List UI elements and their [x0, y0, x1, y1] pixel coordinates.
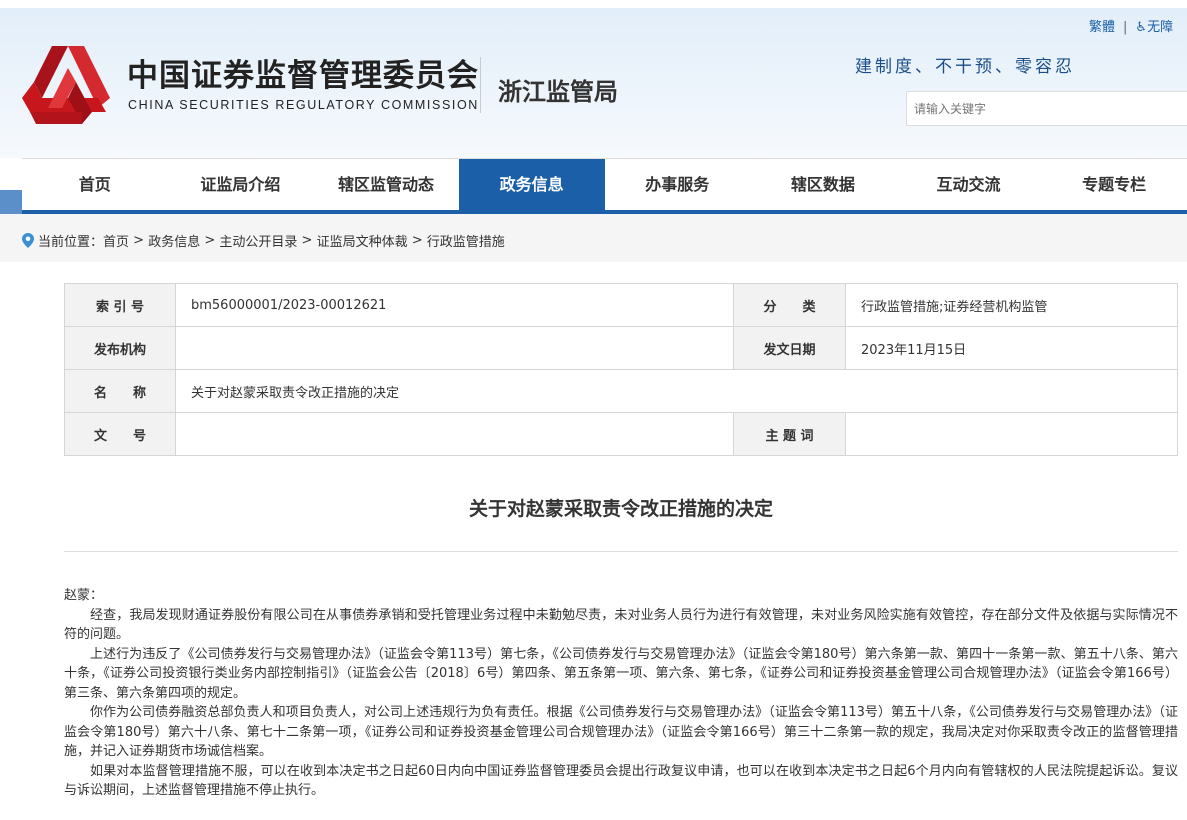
breadcrumb-item[interactable]: 证监局文种体裁: [317, 231, 408, 250]
paragraph: 如果对本监督管理措施不服，可以在收到本决定书之日起60日内向中国证券监督管理委员…: [64, 763, 1178, 799]
search-input[interactable]: [906, 91, 1187, 126]
keywords-value: [845, 412, 1178, 456]
breadcrumb-item[interactable]: 行政监管措施: [427, 231, 505, 250]
site-title-en: CHINA SECURITIES REGULATORY COMMISSION: [128, 98, 479, 112]
table-row: 发布机构 发文日期 2023年11月15日: [64, 326, 1178, 370]
paragraph: 上述行为违反了《公司债券发行与交易管理办法》（证监会令第113号）第七条，《公司…: [64, 646, 1178, 701]
issuer-label: 发布机构: [64, 326, 176, 370]
nav-special-topics[interactable]: 专题专栏: [1041, 159, 1187, 210]
date-label: 发文日期: [733, 326, 846, 370]
keywords-label: 主 题 词: [733, 412, 846, 456]
divider: [480, 57, 481, 113]
accessibility-link[interactable]: 无障: [1147, 20, 1173, 35]
nav-home[interactable]: 首页: [22, 159, 168, 210]
issuer-value: [175, 326, 734, 370]
breadcrumb-item[interactable]: 首页: [103, 231, 129, 250]
category-value: 行政监管措施;证券经营机构监管: [845, 283, 1178, 327]
breadcrumb-item[interactable]: 主动公开目录: [219, 231, 297, 250]
name-label: 名 称: [64, 369, 176, 413]
nav-government-info[interactable]: 政务信息: [458, 159, 605, 210]
docno-value: [175, 412, 734, 456]
site-title-cn: 中国证券监督管理委员会: [127, 58, 479, 94]
slogan: 建制度、不干预、零容忍: [855, 57, 1075, 77]
breadcrumb-sep: >: [200, 233, 220, 248]
salutation: 赵蒙：: [64, 588, 104, 603]
nav-regulatory-news[interactable]: 辖区监管动态: [313, 159, 459, 210]
location-pin-icon: [22, 233, 34, 248]
paragraph: 你作为公司债券融资总部负责人和项目负责人，对公司上述违规行为负有责任。根据《公司…: [64, 705, 1178, 759]
main-nav: 首页 证监局介绍 辖区监管动态 政务信息 办事服务 辖区数据 互动交流 专题专栏: [22, 158, 1187, 214]
date-value: 2023年11月15日: [845, 326, 1178, 370]
nav-services[interactable]: 办事服务: [605, 159, 751, 210]
table-row: 名 称 关于对赵蒙采取责令改正措施的决定: [64, 369, 1178, 413]
breadcrumb-prefix: 当前位置：: [38, 235, 104, 250]
name-value: 关于对赵蒙采取责令改正措施的决定: [175, 369, 1178, 413]
article-body: 赵蒙： 经查，我局发现财通证券股份有限公司在从事债券承销和受托管理业务过程中未勤…: [64, 586, 1178, 801]
document-meta-table: 索 引 号 bm56000001/2023-00012621 分 类 行政监管措…: [64, 283, 1178, 456]
traditional-chinese-link[interactable]: 繁體: [1089, 20, 1115, 35]
breadcrumb: 当前位置： 首页 > 政务信息 > 主动公开目录 > 证监局文种体裁 > 行政监…: [22, 231, 505, 250]
nav-data[interactable]: 辖区数据: [750, 159, 896, 210]
csrc-logo[interactable]: [22, 38, 114, 126]
nav-bureau-intro[interactable]: 证监局介绍: [168, 159, 314, 210]
breadcrumb-sep: >: [297, 233, 317, 248]
index-value: bm56000001/2023-00012621: [175, 283, 734, 327]
top-links: 繁體 | ♿无障: [1089, 16, 1173, 35]
breadcrumb-sep: >: [407, 233, 427, 248]
breadcrumb-sep: >: [129, 233, 149, 248]
link-separator: |: [1123, 20, 1128, 35]
category-label: 分 类: [733, 283, 846, 327]
nav-interaction[interactable]: 互动交流: [896, 159, 1042, 210]
index-label: 索 引 号: [64, 283, 176, 327]
bureau-name: 浙江监管局: [498, 78, 618, 106]
breadcrumb-item[interactable]: 政务信息: [148, 231, 200, 250]
paragraph: 经查，我局发现财通证券股份有限公司在从事债券承销和受托管理业务过程中未勤勉尽责，…: [64, 607, 1178, 643]
divider: [64, 551, 1178, 552]
docno-label: 文 号: [64, 412, 176, 456]
nav-left-accent: [0, 190, 22, 214]
article-title: 关于对赵蒙采取责令改正措施的决定: [468, 498, 773, 520]
wheelchair-icon: ♿: [1135, 20, 1148, 35]
table-row: 文 号 主 题 词: [64, 412, 1178, 456]
table-row: 索 引 号 bm56000001/2023-00012621 分 类 行政监管措…: [64, 283, 1178, 327]
